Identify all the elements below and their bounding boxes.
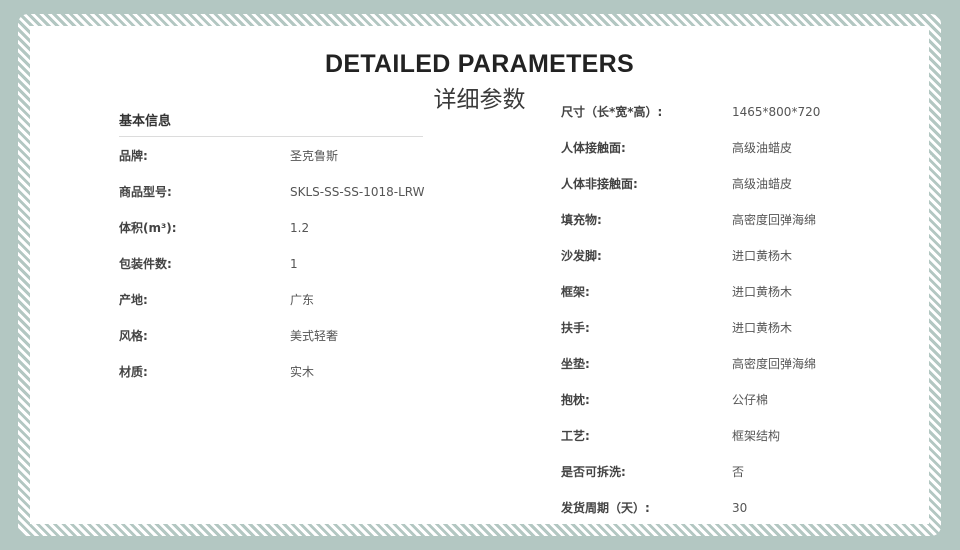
param-label: 材质: (119, 365, 148, 379)
param-label: 抱枕: (561, 393, 590, 407)
param-value: 圣克鲁斯 (290, 149, 339, 163)
param-value: 进口黄杨木 (732, 321, 793, 335)
param-label: 沙发脚: (561, 249, 602, 263)
param-value: 高级油蜡皮 (732, 141, 793, 155)
param-value: 1 (290, 257, 298, 271)
param-label: 风格: (119, 329, 148, 343)
param-value: 高密度回弹海绵 (732, 357, 817, 371)
param-value: SKLS-SS-SS-1018-LRW (290, 185, 425, 199)
striped-frame: DETAILED PARAMETERS 详细参数 基本信息 品牌: 圣克鲁斯 商… (18, 14, 941, 536)
param-label: 包装件数: (119, 257, 172, 271)
basic-info-heading: 基本信息 (119, 114, 172, 129)
page-title-english: DETAILED PARAMETERS (325, 50, 634, 78)
param-label: 尺寸（长*宽*高）: (561, 105, 663, 119)
param-value: 高密度回弹海绵 (732, 213, 817, 227)
param-value: 美式轻奢 (290, 329, 339, 343)
param-label: 品牌: (119, 149, 148, 163)
param-label: 坐垫: (561, 357, 590, 371)
param-label: 是否可拆洗: (561, 465, 626, 479)
param-label: 体积(m³): (119, 221, 177, 235)
param-label: 发货周期（天）: (561, 501, 650, 515)
content-panel: DETAILED PARAMETERS 详细参数 基本信息 品牌: 圣克鲁斯 商… (30, 26, 929, 524)
param-label: 填充物: (561, 213, 602, 227)
param-value: 公仔棉 (732, 393, 769, 407)
basic-info-divider (119, 136, 423, 137)
param-label: 人体非接触面: (561, 177, 638, 191)
param-value: 1.2 (290, 221, 310, 235)
param-value: 否 (732, 465, 745, 479)
param-label: 框架: (561, 285, 590, 299)
param-value: 实木 (290, 365, 315, 379)
param-value: 广东 (290, 293, 315, 307)
param-value: 30 (732, 501, 748, 515)
param-value: 进口黄杨木 (732, 285, 793, 299)
param-label: 产地: (119, 293, 148, 307)
param-value: 进口黄杨木 (732, 249, 793, 263)
param-label: 扶手: (561, 321, 590, 335)
param-value: 框架结构 (732, 429, 781, 443)
param-label: 工艺: (561, 429, 590, 443)
param-value: 高级油蜡皮 (732, 177, 793, 191)
param-label: 人体接触面: (561, 141, 626, 155)
param-value: 1465*800*720 (732, 105, 821, 119)
param-label: 商品型号: (119, 185, 172, 199)
